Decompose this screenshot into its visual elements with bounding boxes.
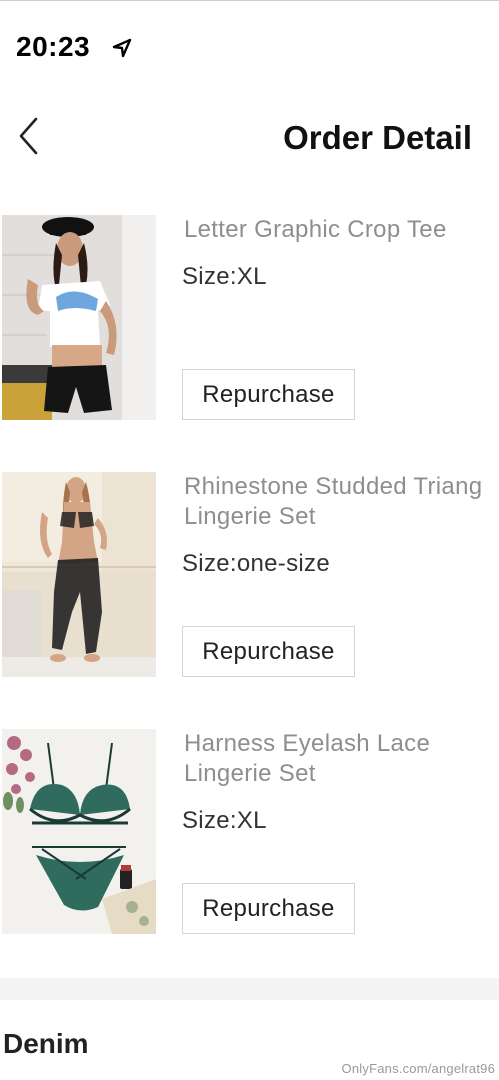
order-product-item: Harness Eyelash Lace Lingerie Set Size:X… (0, 729, 499, 986)
order-product-item: Rhinestone Studded Triang Lingerie Set S… (0, 472, 499, 729)
product-name-line: Lingerie Set (184, 760, 316, 787)
status-bar: 20:23 (0, 0, 499, 95)
product-size: Size:one-size (182, 550, 330, 577)
repurchase-button[interactable]: Repurchase (182, 369, 355, 420)
product-name-line: Letter Graphic Crop Tee (184, 216, 447, 243)
repurchase-button[interactable]: Repurchase (182, 883, 355, 934)
product-name[interactable]: Harness Eyelash Lace Lingerie Set (184, 729, 499, 789)
order-product-item: Letter Graphic Crop Tee Size:XL Repurcha… (0, 215, 499, 472)
product-name-line: Lingerie Set (184, 503, 316, 530)
chevron-left-icon (16, 116, 40, 161)
page-title: Order Detail (283, 119, 472, 156)
product-image-green-lace-lingerie[interactable] (2, 729, 156, 934)
product-image-crop-tee[interactable] (2, 215, 156, 420)
order-product-list: Letter Graphic Crop Tee Size:XL Repurcha… (0, 215, 499, 986)
repurchase-button[interactable]: Repurchase (182, 626, 355, 677)
product-image-mesh-lingerie[interactable] (2, 472, 156, 677)
status-time: 20:23 (16, 31, 91, 62)
product-name-line: Harness Eyelash Lace (184, 730, 431, 757)
back-button[interactable] (8, 115, 48, 161)
product-name-line: Rhinestone Studded Triang (184, 473, 483, 500)
watermark-text: OnlyFans.com/angelrat96 (341, 1061, 495, 1076)
product-size: Size:XL (182, 807, 267, 834)
section-title: Denim (3, 1028, 89, 1059)
product-name[interactable]: Rhinestone Studded Triang Lingerie Set (184, 472, 499, 532)
section-divider (0, 978, 499, 1000)
product-size: Size:XL (182, 263, 267, 290)
location-arrow-icon (111, 37, 133, 59)
navigation-bar: Order Detail (0, 95, 499, 185)
product-name[interactable]: Letter Graphic Crop Tee (184, 215, 499, 245)
